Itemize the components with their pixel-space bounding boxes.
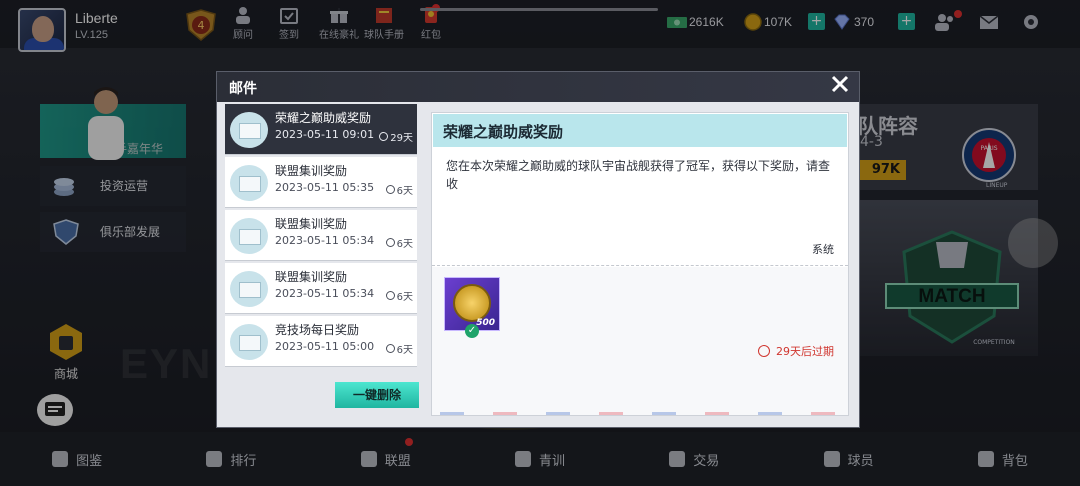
mail-detail-content: 您在本次荣耀之巅助威的球队宇宙战舰获得了冠军，获得以下奖励，请查收 — [446, 159, 831, 191]
clock-icon — [385, 185, 395, 194]
mail-days-left: 6天 — [385, 182, 413, 197]
delete-all-button[interactable]: 一键删除 — [335, 382, 419, 408]
mail-days-text: 29天 — [390, 133, 413, 144]
envelope-icon — [230, 271, 268, 307]
envelope-icon — [230, 218, 268, 254]
expire-text: 29天后过期 — [776, 345, 834, 358]
expire-info: 29天后过期 — [758, 343, 834, 359]
mail-detail: 荣耀之巅助威奖励 您在本次荣耀之巅助威的球队宇宙战舰获得了冠军，获得以下奖励，请… — [431, 112, 849, 416]
mail-detail-title-bar: 荣耀之巅助威奖励 — [433, 114, 847, 147]
mail-days-text: 6天 — [396, 239, 413, 250]
mail-list-item[interactable]: 联盟集训奖励 2023-05-11 05:35 6天 — [225, 157, 417, 208]
clock-icon — [379, 132, 389, 141]
mail-detail-title: 荣耀之巅助威奖励 — [443, 123, 564, 141]
envelope-icon — [230, 112, 268, 148]
mail-subject: 联盟集训奖励 — [275, 217, 348, 231]
mail-detail-sender: 系统 — [812, 243, 834, 256]
mail-date: 2023-05-11 05:34 — [275, 234, 375, 247]
mail-subject: 联盟集训奖励 — [275, 270, 348, 284]
mail-body: 荣耀之巅助威奖励 2023-05-11 09:01 29天 联盟集训奖励 202… — [217, 102, 859, 427]
mail-days-left: 6天 — [385, 235, 413, 250]
mail-days-left: 6天 — [385, 341, 413, 356]
mail-list-item[interactable]: 竞技场每日奖励 2023-05-11 05:00 6天 — [225, 316, 417, 367]
close-button[interactable] — [827, 74, 853, 100]
mail-date: 2023-05-11 05:00 — [275, 340, 375, 353]
mail-list-item[interactable]: 荣耀之巅助威奖励 2023-05-11 09:01 29天 — [225, 104, 417, 155]
close-icon — [831, 75, 849, 93]
envelope-icon — [230, 324, 268, 360]
reward-quantity: 500 — [476, 318, 495, 328]
divider — [432, 265, 848, 266]
clock-icon — [385, 344, 395, 353]
mail-list-item[interactable]: 联盟集训奖励 2023-05-11 05:34 6天 — [225, 210, 417, 261]
mail-date: 2023-05-11 05:34 — [275, 287, 375, 300]
mail-dialog: 邮件 荣耀之巅助威奖励 2023-05-11 09:01 29天 联盟集训奖励 … — [216, 71, 860, 428]
mail-days-text: 6天 — [396, 345, 413, 356]
envelope-icon — [230, 165, 268, 201]
mail-subject: 竞技场每日奖励 — [275, 323, 360, 337]
mail-header: 邮件 — [217, 72, 859, 102]
mail-list[interactable]: 荣耀之巅助威奖励 2023-05-11 09:01 29天 联盟集训奖励 202… — [225, 104, 419, 370]
mail-days-left: 6天 — [385, 288, 413, 303]
airmail-stripes — [440, 412, 840, 415]
clock-icon — [385, 291, 395, 300]
mail-days-left: 29天 — [379, 129, 413, 144]
mail-date: 2023-05-11 05:35 — [275, 181, 375, 194]
mail-subject: 联盟集训奖励 — [275, 164, 348, 178]
reward-item[interactable]: 500 ✓ — [444, 277, 500, 338]
gold-coin-icon — [453, 284, 491, 322]
clock-icon — [385, 238, 395, 247]
mail-days-text: 6天 — [396, 186, 413, 197]
mail-subject: 荣耀之巅助威奖励 — [275, 111, 372, 125]
mail-attachments: 500 ✓ 29天后过期 — [432, 267, 848, 415]
claimed-check-icon: ✓ — [465, 324, 479, 338]
mail-list-item[interactable]: 联盟集训奖励 2023-05-11 05:34 6天 — [225, 263, 417, 314]
mail-days-text: 6天 — [396, 292, 413, 303]
mail-date: 2023-05-11 09:01 — [275, 128, 375, 141]
mail-title: 邮件 — [229, 81, 257, 97]
expire-clock-icon — [758, 345, 770, 357]
